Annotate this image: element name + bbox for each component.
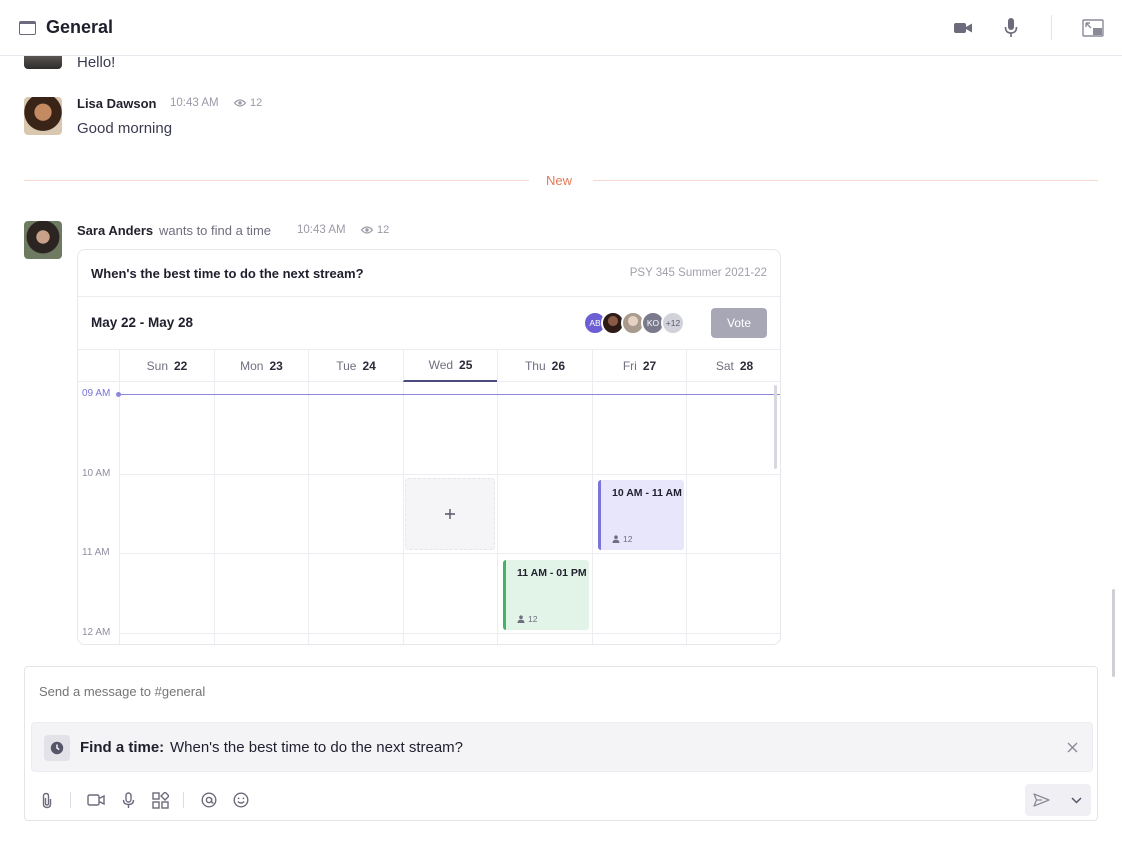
time-slot-event[interactable]: 11 AM - 01 PM 12 [503, 560, 589, 630]
avatar[interactable] [24, 97, 62, 135]
microphone-icon[interactable] [117, 789, 139, 811]
day-header-thu[interactable]: Thu 26 [497, 350, 592, 382]
day-header-wed[interactable]: Wed 25 [403, 350, 497, 382]
picture-in-picture-icon[interactable] [1081, 16, 1105, 40]
new-divider-line [593, 180, 1098, 181]
new-divider-label: New [546, 173, 573, 188]
toolbar-divider [70, 792, 71, 808]
message-views: 12 [234, 97, 262, 109]
calendar-scrollbar[interactable] [774, 385, 777, 469]
event-time: 11 AM - 01 PM [517, 567, 587, 579]
card-divider [78, 296, 780, 297]
video-icon[interactable] [85, 789, 107, 811]
grid-line [119, 382, 120, 644]
grid-line [497, 382, 498, 644]
message-input[interactable] [39, 684, 939, 699]
person-icon [612, 535, 620, 543]
message-text: Good morning [77, 120, 173, 137]
calendar-day-header: Sun 22 Mon 23 Tue 24 Wed 25 Thu 26 Fri 27 Sat 2… [78, 349, 780, 382]
message-timestamp: 10:43 AM [297, 224, 346, 236]
eye-icon [361, 226, 373, 234]
day-header-mon[interactable]: Mon 23 [214, 350, 308, 382]
course-label: PSY 345 Summer 2021-22 [629, 267, 767, 279]
grid-line [403, 382, 404, 644]
message-action: wants to find a time [159, 223, 271, 238]
new-divider-line [24, 180, 529, 181]
close-icon[interactable] [1064, 739, 1080, 755]
grid-line [214, 382, 215, 644]
microphone-icon[interactable] [999, 16, 1023, 40]
attachment-icon[interactable] [36, 789, 58, 811]
event-time: 10 AM - 11 AM [612, 487, 682, 499]
window-icon [19, 21, 36, 35]
current-time-dot [116, 392, 121, 397]
chevron-down-icon[interactable] [1061, 784, 1091, 816]
grid-line [308, 382, 309, 644]
grid-line [686, 382, 687, 644]
day-header-sat[interactable]: Sat 28 [686, 350, 780, 382]
mention-icon[interactable] [198, 789, 220, 811]
grid-line [119, 633, 780, 634]
day-header-fri[interactable]: Fri 27 [592, 350, 686, 382]
avatar[interactable] [24, 221, 62, 259]
more-voters-badge: +12 [661, 311, 685, 335]
time-slot-event[interactable]: 10 AM - 11 AM 12 [598, 480, 684, 550]
message-views: 12 [361, 224, 389, 236]
time-label: 12 AM [82, 627, 111, 638]
plus-icon [445, 509, 455, 519]
date-range: May 22 - May 28 [91, 315, 194, 330]
message-author[interactable]: Sara Anders [77, 223, 153, 238]
find-time-label: Find a time: [80, 739, 165, 756]
vote-button[interactable]: Vote [711, 308, 767, 338]
day-header-sun[interactable]: Sun 22 [119, 350, 214, 382]
views-count: 12 [250, 97, 263, 109]
channel-title: General [46, 17, 114, 37]
add-slot-button[interactable] [405, 478, 495, 550]
eye-icon [234, 99, 246, 107]
day-header-tue[interactable]: Tue 24 [308, 350, 403, 382]
poll-question: When's the best time to do the next stre… [91, 266, 364, 281]
time-label: 10 AM [82, 468, 111, 479]
message-composer: Find a time: When's the best time to do … [24, 666, 1098, 821]
channel-header: General [0, 0, 1122, 56]
current-time-line [119, 394, 780, 395]
message-text: Hello! [77, 54, 116, 71]
time-label: 09 AM [82, 388, 111, 399]
clock-icon [44, 735, 70, 761]
grid-line [592, 382, 593, 644]
message-author[interactable]: Lisa Dawson [77, 96, 156, 111]
calendar-grid[interactable]: 09 AM 10 AM 11 AM 12 AM 10 AM - 11 AM 12… [78, 382, 780, 644]
find-time-question: When's the best time to do the next stre… [170, 739, 464, 756]
grid-line [119, 474, 780, 475]
time-label: 11 AM [82, 547, 110, 558]
video-camera-icon[interactable] [951, 16, 975, 40]
find-time-card: When's the best time to do the next stre… [77, 249, 781, 645]
header-divider [1051, 15, 1052, 40]
event-attendee-count: 12 [612, 534, 632, 544]
send-icon[interactable] [1025, 784, 1058, 816]
person-icon [517, 615, 525, 623]
event-attendee-count: 12 [517, 614, 537, 624]
emoji-icon[interactable] [230, 789, 252, 811]
send-button-group [1025, 784, 1091, 816]
views-count: 12 [377, 224, 390, 236]
grid-line [119, 553, 780, 554]
page-scrollbar[interactable] [1112, 589, 1115, 677]
toolbar-divider [183, 792, 184, 808]
message-timestamp: 10:43 AM [170, 97, 219, 109]
apps-icon[interactable] [149, 789, 171, 811]
find-time-attachment: Find a time: When's the best time to do … [31, 722, 1093, 772]
